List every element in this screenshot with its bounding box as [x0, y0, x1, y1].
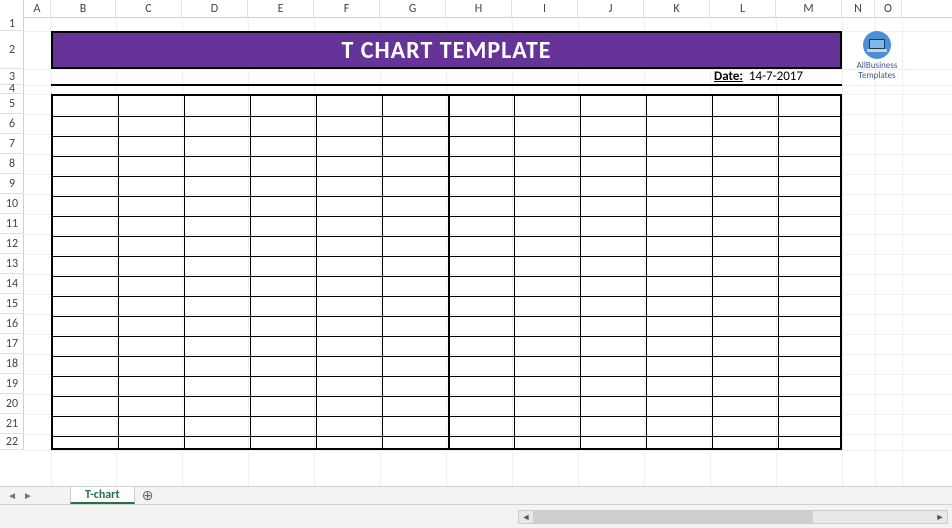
- column-header[interactable]: A: [24, 0, 51, 18]
- sheet-tab-active[interactable]: T-chart: [70, 487, 135, 504]
- date-label: Date:: [714, 69, 743, 84]
- column-header[interactable]: F: [314, 0, 380, 18]
- t-chart-hline: [53, 216, 840, 217]
- t-chart-hline: [53, 336, 840, 337]
- worksheet-grid[interactable]: T CHART TEMPLATE Date: 14-7-2017 AllBusi…: [24, 18, 952, 486]
- t-chart-hline: [53, 436, 840, 437]
- column-header[interactable]: L: [710, 0, 776, 18]
- row-headers: 12345678910111213141516171819202122: [0, 18, 24, 450]
- row-header[interactable]: 15: [0, 294, 24, 314]
- column-header[interactable]: M: [776, 0, 842, 18]
- sheet-tab-bar: ◄ ► T-chart ⊕: [0, 486, 952, 504]
- row-header[interactable]: 12: [0, 234, 24, 254]
- row-header[interactable]: 18: [0, 354, 24, 374]
- row-header[interactable]: 16: [0, 314, 24, 334]
- t-chart-hline: [53, 396, 840, 397]
- excel-window: ABCDEFGHIJKLMNO 123456789101112131415161…: [0, 0, 952, 528]
- row-header[interactable]: 21: [0, 414, 24, 434]
- status-bar: ◄ ►: [0, 504, 952, 528]
- allbusinesstemplates-logo[interactable]: AllBusiness Templates: [854, 31, 900, 81]
- column-header[interactable]: E: [248, 0, 314, 18]
- t-chart-hline: [53, 276, 840, 277]
- column-header[interactable]: K: [644, 0, 710, 18]
- column-header[interactable]: H: [446, 0, 512, 18]
- row-header[interactable]: 7: [0, 134, 24, 154]
- row-header[interactable]: 14: [0, 274, 24, 294]
- t-chart-hline: [53, 116, 840, 117]
- column-header[interactable]: N: [842, 0, 875, 18]
- gridline-horizontal: [24, 450, 952, 451]
- tab-scroll-left-icon: ◄: [7, 489, 17, 502]
- t-chart-box: [51, 94, 842, 450]
- row-header[interactable]: 13: [0, 254, 24, 274]
- date-container: Date: 14-7-2017: [714, 69, 803, 84]
- laptop-icon: [860, 31, 894, 59]
- date-value: 14-7-2017: [749, 69, 803, 84]
- column-header[interactable]: I: [512, 0, 578, 18]
- t-chart-hline: [53, 156, 840, 157]
- t-chart-hline: [53, 136, 840, 137]
- gridline-vertical: [875, 18, 876, 486]
- row-header[interactable]: 4: [0, 85, 24, 94]
- add-sheet-button[interactable]: ⊕: [135, 487, 161, 504]
- row-header[interactable]: 11: [0, 214, 24, 234]
- date-underline: [51, 84, 842, 86]
- gridline-vertical: [902, 18, 903, 486]
- t-chart-hline: [53, 356, 840, 357]
- t-chart-hline: [53, 296, 840, 297]
- t-chart-hline: [53, 196, 840, 197]
- t-chart-hline: [53, 236, 840, 237]
- row-header[interactable]: 20: [0, 394, 24, 414]
- t-chart-hline: [53, 316, 840, 317]
- scroll-thumb[interactable]: [533, 511, 813, 523]
- tab-scroll-right-icon: ►: [23, 489, 33, 502]
- title-text: T CHART TEMPLATE: [341, 36, 551, 65]
- title-banner: T CHART TEMPLATE: [51, 31, 842, 69]
- row-header[interactable]: 1: [0, 18, 24, 31]
- row-header[interactable]: 19: [0, 374, 24, 394]
- row-header[interactable]: 22: [0, 434, 24, 450]
- scroll-right-arrow-icon[interactable]: ►: [933, 511, 947, 523]
- row-header[interactable]: 10: [0, 194, 24, 214]
- select-all-corner[interactable]: [0, 0, 24, 18]
- row-header[interactable]: 9: [0, 174, 24, 194]
- row-header[interactable]: 8: [0, 154, 24, 174]
- column-header[interactable]: B: [51, 0, 116, 18]
- column-header[interactable]: D: [182, 0, 248, 18]
- gridline-horizontal: [24, 69, 952, 70]
- column-headers: ABCDEFGHIJKLMNO: [0, 0, 952, 18]
- t-chart-hline: [53, 416, 840, 417]
- row-header[interactable]: 6: [0, 114, 24, 134]
- t-chart-hline: [53, 176, 840, 177]
- row-header[interactable]: 2: [0, 31, 24, 69]
- tab-scroll-buttons[interactable]: ◄ ►: [0, 487, 40, 504]
- scroll-track[interactable]: [533, 511, 933, 523]
- row-header[interactable]: 5: [0, 94, 24, 114]
- logo-text-2: Templates: [854, 71, 900, 81]
- gridline-vertical: [842, 18, 843, 486]
- column-header[interactable]: O: [875, 0, 902, 18]
- plus-icon: ⊕: [142, 487, 154, 504]
- t-chart-hline: [53, 376, 840, 377]
- scroll-left-arrow-icon[interactable]: ◄: [519, 511, 533, 523]
- horizontal-scrollbar[interactable]: ◄ ►: [518, 510, 948, 524]
- column-header[interactable]: G: [380, 0, 446, 18]
- t-chart-hline: [53, 256, 840, 257]
- row-header[interactable]: 17: [0, 334, 24, 354]
- column-header[interactable]: C: [116, 0, 182, 18]
- column-header[interactable]: J: [578, 0, 644, 18]
- sheet-tab-label: T-chart: [85, 488, 120, 502]
